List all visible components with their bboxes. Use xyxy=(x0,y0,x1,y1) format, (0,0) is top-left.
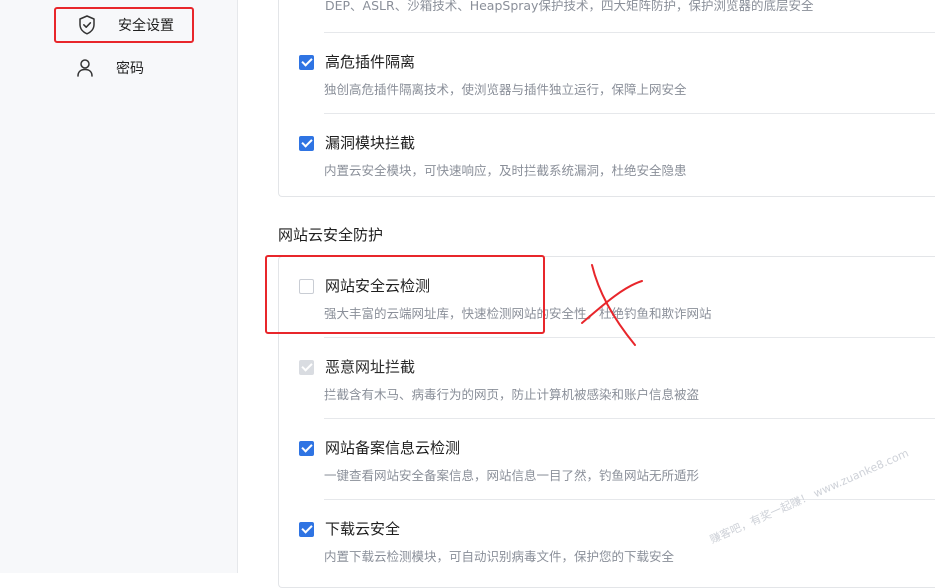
setting-desc: 强大丰富的云端网址库，快速检测网站的安全性，杜绝钓鱼和欺诈网站 xyxy=(324,306,712,321)
setting-desc: 内置云安全模块，可快速响应，及时拦截系统漏洞，杜绝安全隐患 xyxy=(324,163,687,178)
checkbox-icp-cloud-check[interactable] xyxy=(299,441,314,456)
setting-title: 漏洞模块拦截 xyxy=(325,134,416,152)
setting-title: 恶意网址拦截 xyxy=(325,358,416,376)
sidebar-item-label: 密码 xyxy=(116,61,144,77)
checkbox-plugin-isolation[interactable] xyxy=(299,55,314,70)
user-icon xyxy=(74,57,96,79)
checkbox-vulnerability-block[interactable] xyxy=(299,136,314,151)
setting-desc: 拦截含有木马、病毒行为的网页，防止计算机被感染和账户信息被盗 xyxy=(324,387,700,402)
setting-row-plugin-isolation: 高危插件隔离 独创高危插件隔离技术，使浏览器与插件独立运行，保障上网安全 xyxy=(278,33,935,114)
checkbox-malicious-url-block xyxy=(299,360,314,375)
section-title-website-protection: 网站云安全防护 xyxy=(278,226,384,244)
checkbox-download-cloud-security[interactable] xyxy=(299,522,314,537)
settings-main: DEP、ASLR、沙箱技术、HeapSpray保护技术，四大矩阵防护，保护浏览器… xyxy=(238,0,935,588)
setting-desc: 内置下载云检测模块，可自动识别病毒文件，保护您的下载安全 xyxy=(324,549,675,564)
sidebar: 安全设置 密码 xyxy=(0,0,238,573)
sidebar-item-security-settings[interactable]: 安全设置 xyxy=(54,7,194,43)
shield-check-icon xyxy=(76,14,98,36)
setting-desc: 一键查看网站安全备案信息，网站信息一目了然，钓鱼网站无所遁形 xyxy=(324,468,700,483)
sidebar-item-password[interactable]: 密码 xyxy=(54,50,194,86)
setting-desc: 独创高危插件隔离技术，使浏览器与插件独立运行，保障上网安全 xyxy=(324,82,687,97)
setting-title: 高危插件隔离 xyxy=(325,53,416,71)
setting-row-vulnerability-block: 漏洞模块拦截 内置云安全模块，可快速响应，及时拦截系统漏洞，杜绝安全隐患 xyxy=(278,114,935,195)
checkbox-website-cloud-check[interactable] xyxy=(299,279,314,294)
setting-title: 下载云安全 xyxy=(325,520,401,538)
setting-row-download-cloud-security: 下载云安全 内置下载云检测模块，可自动识别病毒文件，保护您的下载安全 xyxy=(278,500,935,581)
setting-title: 网站安全云检测 xyxy=(325,277,431,295)
setting-row-malicious-url-block: 恶意网址拦截 拦截含有木马、病毒行为的网页，防止计算机被感染和账户信息被盗 xyxy=(278,338,935,419)
setting-row-website-cloud-check: 网站安全云检测 强大丰富的云端网址库，快速检测网站的安全性，杜绝钓鱼和欺诈网站 xyxy=(278,257,935,338)
row-divider-top xyxy=(278,0,935,33)
setting-title: 网站备案信息云检测 xyxy=(325,439,461,457)
sidebar-item-label: 安全设置 xyxy=(118,18,174,34)
